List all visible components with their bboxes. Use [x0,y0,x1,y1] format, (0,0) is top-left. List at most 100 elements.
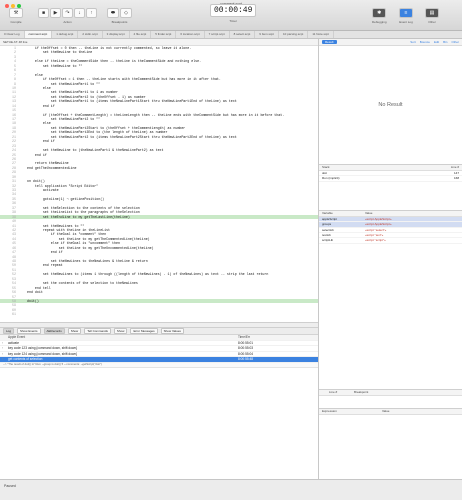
stop-button[interactable]: ■ [38,8,49,18]
log-filter-button[interactable]: Error Messages [130,328,158,334]
log-filter-button[interactable]: Show [67,328,82,334]
debugging-button[interactable]: ✱ [372,8,387,18]
var-header-value[interactable]: Value [365,211,460,216]
document-tab[interactable]: 4 file.scpt [130,31,152,38]
result-bar: Result Sort Bounce Edit Bin Other [319,39,462,46]
action-group: ■ ▶ ↷ ↓ ↑ Action [38,8,97,24]
document-tab[interactable]: 9 Item.scpt [255,31,279,38]
bp-header-breakpoint[interactable]: Breakpoint [354,390,454,395]
code-text: set theSelection to the contents of the … [27,205,140,210]
disclosure-icon[interactable]: › [0,346,8,351]
editor-pane: SETUE AT: 48 line 1 if theOffset = 0 the… [0,39,319,479]
log-filter-button[interactable]: Log [3,328,15,334]
code-text: else [27,85,51,90]
log-filter-button[interactable]: Tell Commands [84,328,111,334]
variable-value: «script "select"» [365,227,387,232]
document-tab[interactable]: 10 parsing.scpt [279,31,309,38]
breakpoint-add-button[interactable]: ⬬ [107,8,119,18]
timer-group: 00:00:49 Timer [210,4,257,23]
stack-frame-line: 168 [453,176,459,181]
code-text: set theNewLines to "" [27,223,85,228]
variable-name: textLib [322,232,331,237]
code-text: set theNewLine to theLine [27,50,93,55]
other-link[interactable]: Other [451,40,462,44]
log-time: 8:00:55:04 [238,351,254,356]
log-filter-button[interactable]: Show Events [17,328,41,334]
bounce-link[interactable]: Bounce [420,40,430,44]
step-out-button[interactable]: ↑ [86,8,97,18]
disclosure-icon[interactable]: › [0,352,8,357]
sort-link[interactable]: Sort [410,40,416,44]
document-tab[interactable]: 6 location.scpt [176,31,205,38]
code-text: set theNewLinePart2Start to (theOffset +… [27,125,186,130]
line-number[interactable]: 61 [2,312,16,316]
code-line[interactable]: 61 [0,312,318,316]
other-button[interactable]: ▤ [425,8,439,18]
step-over-button[interactable]: ↷ [62,8,73,18]
code-text: end repeat [27,263,63,268]
step-over-icon: ↷ [65,10,70,16]
document-tab[interactable]: 7 script.scpt [205,31,230,38]
event-log-button[interactable]: ≡ [399,8,413,18]
document-tab[interactable]: 0 Clear Log [0,31,25,38]
bp-header-line[interactable]: Line # [319,390,354,395]
debugging-label: Debugging [372,20,387,24]
log-event: activate [8,340,19,345]
code-text: if theGoal is "comment" then [27,232,107,237]
stack-header-line[interactable]: Line # [430,165,462,170]
expr-header-value[interactable]: Value [382,409,460,414]
bin-link[interactable]: Bin [443,40,447,44]
result-tab[interactable]: Result [322,40,337,44]
breakpoint-toggle-button[interactable]: ◇ [120,8,132,18]
event-log-label: Event Log [399,20,413,24]
code-text: end if [27,103,55,108]
log-filter-button[interactable]: AERecords [43,328,65,334]
log-header-event[interactable]: Apple Event [8,335,238,340]
variables-section: Variable Value appleScript «script AppleS… [319,209,462,389]
document-tab[interactable]: 3 display.scpt [103,31,130,38]
log-filter-button[interactable]: Show [113,328,128,334]
event-log-table: Apple Event Time/Err › activate 8:00:55:01… [0,335,318,368]
variable-value: «script "script"» [365,238,386,243]
step-into-button[interactable]: ↓ [74,8,85,18]
var-header-name[interactable]: Variable [319,211,365,216]
other-label: Other [428,20,436,24]
document-tab[interactable]: comment.scpt [24,31,53,38]
disclosure-icon[interactable]: › [0,357,8,362]
stack-header-name[interactable]: Stack [319,165,430,170]
edit-link[interactable]: Edit [434,40,439,44]
variable-name: groups [322,222,332,227]
stack-frame-line: 147 [453,171,459,175]
code-text: end if [27,152,47,157]
code-editor[interactable]: 1 if theOffset = 0 then -- theLine is no… [0,46,318,322]
code-text: set theNewLine to (theNewLinePart1 & the… [27,148,164,153]
code-text: set theNewLine to "" [27,63,83,68]
debugging-group: ✱ Debugging [372,8,387,24]
code-text: end if [27,139,55,144]
log-time: 8:00:55:03 [238,346,254,351]
log-filter-button[interactable]: Show Values [160,328,184,334]
breakpoint-buttons: ⬬ ◇ [107,8,132,18]
variable-name: scriptLib [322,238,334,243]
code-text: end getTheUncommentedLine [27,165,77,170]
disclosure-icon[interactable]: › [0,341,8,346]
run-button[interactable]: ▶ [50,8,61,18]
variable-value: «script AppleScript» [365,222,392,227]
breakpoints-group: ⬬ ◇ Breakpoints [107,8,132,24]
document-tab[interactable]: 2 stdin.scpt [78,31,103,38]
document-tab[interactable]: 11 Note.scpt [308,31,334,38]
inspector-pane: Result Sort Bounce Edit Bin Other No Res… [319,39,462,479]
document-tab[interactable]: 1 debug.scpt [52,31,79,38]
code-text: set theNewLines to theNewLines & theLine… [27,259,148,263]
document-tab[interactable]: 8 select.scpt [230,31,256,38]
code-text: else if theLine = theCommentSide then --… [27,59,202,64]
code-text: set theNewLinePart1 to (items theNewLine… [27,99,237,104]
log-header-time[interactable]: Time/Err [238,335,298,340]
document-tab[interactable]: 5 finder.scpt [151,31,177,38]
code-text: end doit [27,290,43,295]
compile-button[interactable]: ⚒ [9,8,23,18]
breakpoint-toggle-icon: ◇ [124,10,128,16]
expr-header-name[interactable]: Expression [319,409,382,414]
code-text: else [27,121,51,126]
stack-section: Stack Line # doit 147 Run (implicit) 168 [319,164,462,210]
